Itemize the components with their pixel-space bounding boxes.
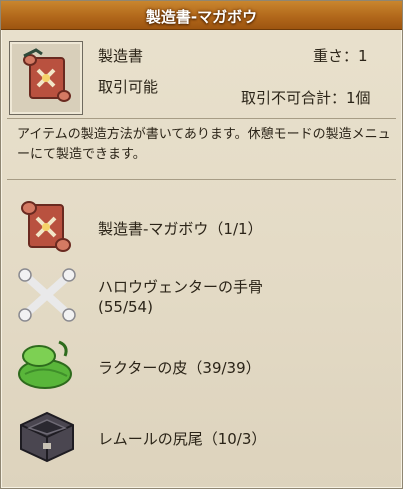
dark-chest-icon [20, 411, 74, 463]
material-row: レムールの尻尾（10/3） [1, 403, 402, 467]
untradeable-total: 取引不可合計：1個 [241, 89, 371, 107]
window-title: 製造書-マガボウ [145, 8, 258, 26]
crossed-bones-icon [18, 268, 76, 322]
title-bar: 製造書-マガボウ [1, 1, 402, 30]
item-description: アイテムの製造方法が書いてあります。休憩モードの製造メニューにて製造できます。 [17, 127, 391, 162]
recipe-scroll-icon [23, 48, 71, 102]
recipe-scroll-icon [21, 201, 71, 252]
material-count: (55/54) [98, 298, 153, 316]
description-divider [7, 179, 396, 180]
item-name: 製造書 [98, 47, 144, 65]
item-icon-frame [9, 41, 83, 115]
trade-status: 取引可能 [98, 78, 159, 96]
material-label: ハロウヴェンターの手骨 [98, 278, 264, 296]
header-divider [7, 118, 396, 119]
material-row: ラクターの皮（39/39） [1, 334, 402, 398]
item-weight: 重さ：1 [313, 47, 368, 65]
material-label: レムールの尻尾（10/3） [98, 430, 267, 448]
item-tooltip-panel: 製造書-マガボウ 製造書 重さ：1 取引可能 取引不可合計：1個 アイテムの製造… [0, 0, 403, 489]
material-row: ハロウヴェンターの手骨 (55/54) [1, 263, 402, 327]
green-hide-icon [18, 340, 72, 389]
material-label: ラクターの皮（39/39） [98, 359, 261, 377]
material-label: 製造書-マガボウ（1/1） [98, 220, 263, 238]
material-row: 製造書-マガボウ（1/1） [1, 195, 402, 259]
